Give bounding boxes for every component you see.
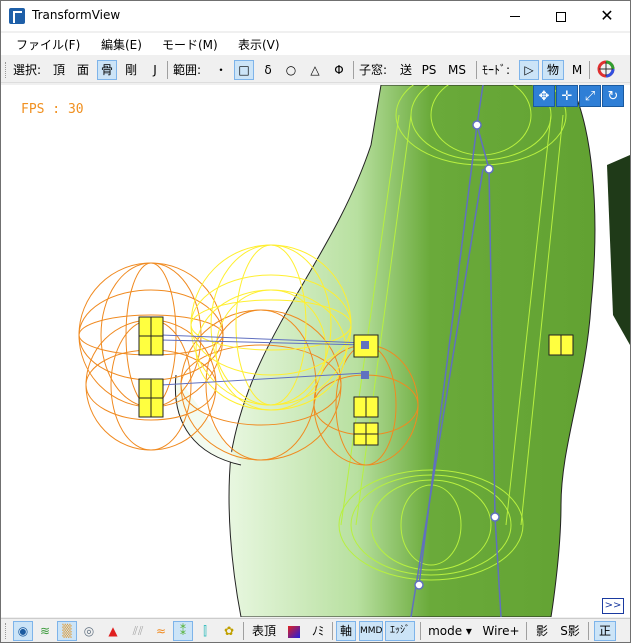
texture-icon: ▒ — [62, 624, 72, 638]
pan-view-icon[interactable]: ✛ — [556, 85, 578, 107]
select-rigid-button[interactable]: 剛 — [123, 60, 139, 80]
point-view-icon: ◉ — [17, 624, 29, 638]
mode-label: ﾓｰﾄﾞ: — [482, 63, 511, 77]
3d-viewport[interactable]: FPS : 30 ✥ ✛ ⤢ ↻ >> — [1, 85, 630, 617]
edge-button[interactable]: ｴｯｼﾞ — [385, 621, 415, 641]
mmd-button[interactable]: MMD — [359, 621, 383, 641]
zoom-view-icon[interactable]: ⤢ — [579, 85, 601, 107]
menu-mode[interactable]: モード(M) — [162, 36, 218, 53]
sub-ps-button[interactable]: PS — [421, 60, 437, 80]
view-point-button[interactable]: ◉ — [13, 621, 33, 641]
toolbar-separator — [526, 622, 527, 640]
bone-anchor[interactable] — [361, 341, 369, 349]
toolbar-separator — [332, 622, 333, 640]
range-point-button[interactable]: ・ — [213, 60, 229, 80]
menu-edit[interactable]: 編集(E) — [101, 36, 142, 53]
toolbar-separator — [476, 61, 477, 79]
model-body[interactable] — [228, 85, 596, 617]
view-gold-button[interactable]: ✿ — [219, 621, 239, 641]
wire-plus-button[interactable]: Wire+ — [480, 621, 522, 641]
axis-button[interactable]: 軸 — [336, 621, 356, 641]
cyan-bone-icon: ⫿ — [203, 624, 207, 638]
toolbar-separator — [243, 622, 244, 640]
range-delta-button[interactable]: δ — [260, 60, 276, 80]
window-title: TransformView — [32, 8, 121, 22]
toolbar-separator — [353, 61, 354, 79]
green-bone-icon: ⁑ — [180, 624, 186, 638]
nomi-button[interactable]: ﾉﾐ — [307, 621, 329, 641]
app-icon — [9, 8, 25, 24]
view-hair-button[interactable]: ⫽⫽ — [127, 621, 149, 641]
toolbar-separator — [588, 622, 589, 640]
bottom-toolbar: ◉ ≋ ▒ ◎ ▲ ⫽⫽ ≈ ⁑ ⫿ ✿ 表頂 ﾉﾐ 軸 MMD ｴｯｼﾞ mo… — [1, 618, 630, 642]
view-texture-button[interactable]: ▒ — [57, 621, 77, 641]
view-green-button[interactable]: ⁑ — [173, 621, 193, 641]
hair-icon: ⫽⫽ — [132, 624, 144, 638]
mode-dropdown[interactable]: mode ▾ — [425, 621, 475, 641]
shadow-button[interactable]: 影 — [532, 621, 552, 641]
view-circle-button[interactable]: ◎ — [79, 621, 99, 641]
toolbar-separator — [167, 61, 168, 79]
move-view-icon[interactable]: ✥ — [533, 85, 555, 107]
transformview-window: TransformView ✕ ファイル(F) 編集(E) モード(M) 表示(… — [0, 0, 631, 643]
view-red-triangle-button[interactable]: ▲ — [103, 621, 123, 641]
rotate-view-icon[interactable]: ↻ — [602, 85, 624, 107]
menu-file[interactable]: ファイル(F) — [16, 36, 80, 53]
close-icon: ✕ — [600, 6, 614, 25]
range-phi-button[interactable]: Φ — [331, 60, 347, 80]
mode-play-button[interactable]: ▷ — [519, 60, 539, 80]
toolbar-grip[interactable] — [5, 62, 8, 78]
range-circle-button[interactable]: ○ — [283, 60, 299, 80]
expand-button[interactable]: >> — [602, 598, 624, 614]
maximize-icon — [556, 11, 566, 22]
gold-icon: ✿ — [223, 624, 235, 638]
circle-view-icon: ◎ — [83, 624, 95, 638]
maximize-button[interactable] — [538, 1, 584, 31]
minimize-button[interactable] — [492, 1, 538, 31]
subwindow-label: 子窓: — [359, 63, 388, 77]
scene-canvas[interactable] — [1, 85, 630, 617]
color-wheel-icon — [597, 60, 615, 78]
mode-m-button[interactable]: M — [569, 60, 585, 80]
main-toolbar: 選択: 頂 面 骨 剛 J 範囲: ・ □ δ ○ △ Φ 子窓: 送 PS M… — [1, 57, 630, 83]
sub-send-button[interactable]: 送 — [398, 60, 414, 80]
select-joint-button[interactable]: J — [147, 60, 163, 80]
minimize-icon — [510, 16, 520, 17]
toolbar-separator — [589, 61, 590, 79]
orange-wave-icon: ≈ — [155, 624, 167, 638]
select-bone-button[interactable]: 骨 — [97, 60, 117, 80]
red-triangle-icon: ▲ — [108, 624, 118, 638]
wave-icon: ≋ — [39, 624, 51, 638]
range-triangle-button[interactable]: △ — [307, 60, 323, 80]
s-shadow-button[interactable]: S影 — [557, 621, 583, 641]
select-vertex-button[interactable]: 頂 — [51, 60, 67, 80]
toolbar-grip[interactable] — [5, 623, 8, 639]
color-swatch-icon — [288, 625, 300, 638]
range-rect-button[interactable]: □ — [234, 60, 254, 80]
title-bar: TransformView ✕ — [1, 1, 630, 31]
select-face-button[interactable]: 面 — [75, 60, 91, 80]
color-swatch-button[interactable] — [284, 621, 304, 641]
vertex-display-button[interactable]: 表頂 — [249, 621, 279, 641]
bone-anchor[interactable] — [361, 371, 369, 379]
mode-physics-button[interactable]: 物 — [542, 60, 564, 80]
front-view-button[interactable]: 正 — [594, 621, 616, 641]
view-wave-button[interactable]: ≋ — [35, 621, 55, 641]
menu-view[interactable]: 表示(V) — [238, 36, 280, 53]
view-cyan-button[interactable]: ⫿ — [195, 621, 215, 641]
range-label: 範囲: — [173, 63, 202, 77]
fps-counter: FPS : 30 — [21, 102, 84, 117]
select-label: 選択: — [13, 63, 42, 77]
menu-bar: ファイル(F) 編集(E) モード(M) 表示(V) — [1, 33, 630, 55]
close-button[interactable]: ✕ — [584, 1, 630, 31]
view-wave-orange-button[interactable]: ≈ — [151, 621, 171, 641]
color-wheel-button[interactable] — [595, 60, 617, 80]
sub-ms-button[interactable]: MS — [448, 60, 466, 80]
toolbar-separator — [420, 622, 421, 640]
